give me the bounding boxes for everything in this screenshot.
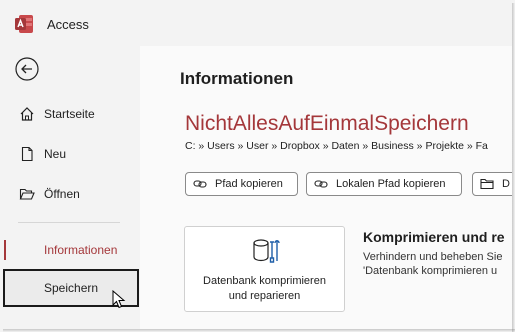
copy-path-button[interactable]: Pfad kopieren	[185, 172, 298, 196]
compact-repair-button[interactable]: Datenbank komprimieren und reparieren	[184, 226, 345, 312]
nav-item-oeffnen[interactable]: Öffnen	[0, 176, 138, 212]
info-panel: Informationen NichtAllesAufEinmalSpeiche…	[140, 46, 512, 329]
mouse-pointer-icon	[112, 290, 126, 309]
nav-item-informationen[interactable]: Informationen	[0, 232, 138, 268]
access-window: Access Startseite Neu Öffnen Information…	[0, 0, 512, 329]
page-title: Informationen	[180, 69, 294, 88]
nav-label-informationen: Informationen	[44, 243, 118, 257]
compact-repair-label-line2: und reparieren	[228, 290, 301, 302]
copy-local-path-button[interactable]: Lokalen Pfad kopieren	[306, 172, 462, 196]
link-icon	[193, 180, 207, 188]
nav-item-neu[interactable]: Neu	[0, 136, 138, 172]
home-icon	[20, 107, 34, 121]
copy-local-path-label: Lokalen Pfad kopieren	[336, 178, 446, 190]
selection-indicator	[4, 240, 6, 260]
nav-item-startseite[interactable]: Startseite	[0, 96, 138, 132]
nav-label-speichern: Speichern	[44, 281, 99, 295]
compact-section-description-2: 'Datenbank komprimieren u	[363, 265, 498, 277]
nav-label-startseite: Startseite	[44, 107, 95, 121]
folder-open-icon	[19, 188, 35, 200]
nav-label-neu: Neu	[44, 147, 67, 161]
compact-repair-label-line1: Datenbank komprimieren	[203, 275, 326, 287]
app-title: Access	[47, 17, 89, 32]
folder-icon	[480, 178, 494, 190]
copy-path-label: Pfad kopieren	[215, 178, 283, 190]
title-bar: Access	[0, 0, 512, 46]
back-arrow-icon[interactable]	[15, 57, 39, 81]
nav-divider	[18, 222, 120, 223]
access-logo-icon	[15, 15, 33, 33]
open-folder-label: D	[502, 178, 510, 190]
file-path: C: » Users » User » Dropbox » Daten » Bu…	[185, 140, 488, 152]
database-name: NichtAllesAufEinmalSpeichern	[185, 112, 469, 135]
open-folder-button[interactable]: D	[472, 172, 512, 196]
link-icon	[314, 180, 328, 188]
compact-section-title: Komprimieren und re	[363, 229, 505, 245]
database-tools-icon	[253, 239, 280, 263]
backstage-nav: Startseite Neu Öffnen Informationen Spei…	[0, 46, 139, 329]
nav-label-oeffnen: Öffnen	[44, 187, 80, 201]
compact-section-description: Verhindern und beheben Sie	[363, 251, 503, 263]
new-document-icon	[21, 146, 33, 162]
